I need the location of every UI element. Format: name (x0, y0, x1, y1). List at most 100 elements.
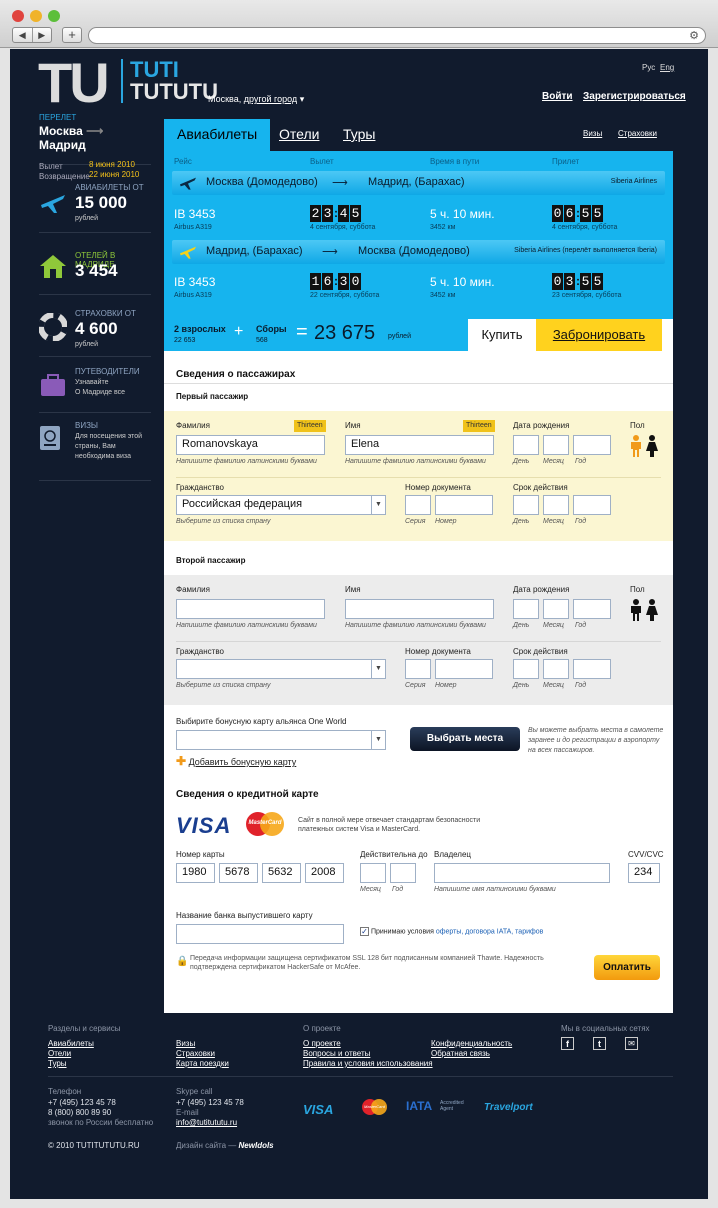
forward-arrow-icon[interactable]: ▶ (31, 28, 52, 42)
time-digit: 3 (322, 205, 333, 222)
facebook-icon[interactable]: f (561, 1037, 574, 1050)
birth-year-input[interactable] (573, 599, 611, 619)
terms-links[interactable]: оферты, договора IATA, тарифов (436, 928, 544, 935)
lifebuoy-icon (39, 313, 67, 341)
sidebar-insurance[interactable]: СТРАХОВКИ ОТ 4 600 рублей (39, 301, 151, 357)
pay-button[interactable]: Оплатить (594, 955, 660, 980)
twitter-icon[interactable]: t (593, 1037, 606, 1050)
doc-series-input[interactable] (405, 659, 431, 679)
buy-button[interactable]: Купить (468, 319, 536, 351)
lang-en[interactable]: Eng (660, 63, 674, 72)
card-number-part-2[interactable]: 5678 (219, 863, 258, 883)
sidebar-visa[interactable]: ВИЗЫ Для посещения этой страны, Вам необ… (39, 419, 151, 481)
time-digit: 5 (580, 273, 591, 290)
validity-day-input[interactable] (513, 659, 539, 679)
bank-input[interactable] (176, 924, 344, 944)
doc-number-input[interactable] (435, 495, 493, 515)
sidebar-route[interactable]: ПЕРЕЛЕТ Москва ⟶ Мадрид Вылет 8 июня 201… (39, 113, 151, 181)
citizenship-select[interactable]: ▼ (176, 659, 386, 679)
choose-seats-button[interactable]: Выбрать места (410, 727, 520, 751)
footer-link[interactable]: Правила и условия использования (303, 1059, 433, 1068)
birth-label: Дата рождения (513, 421, 570, 430)
tab-visas[interactable]: Визы (583, 119, 602, 151)
card-number-part-1[interactable]: 1980 (176, 863, 215, 883)
validity-year-input[interactable] (573, 495, 611, 515)
surname-input[interactable] (176, 599, 325, 619)
male-icon[interactable] (630, 435, 642, 457)
change-city-link[interactable]: другой город (244, 94, 297, 104)
footer-link[interactable]: Вопросы и ответы (303, 1049, 370, 1058)
footer-link[interactable]: Авиабилеты (48, 1039, 94, 1048)
lang-ru[interactable]: Рус (642, 63, 655, 72)
surname-input[interactable]: Romanovskaya (176, 435, 325, 455)
doc-number-input[interactable] (435, 659, 493, 679)
validity-year-input[interactable] (573, 659, 611, 679)
lock-icon: 🔒 (176, 956, 189, 967)
birth-year-input[interactable] (573, 435, 611, 455)
footer-link[interactable]: Карта поездки (176, 1059, 229, 1068)
birth-day-input[interactable] (513, 435, 539, 455)
vkontakte-icon[interactable]: ✉ (625, 1037, 638, 1050)
card-number-part-4[interactable]: 2008 (305, 863, 344, 883)
tab-tours[interactable]: Туры (343, 119, 375, 151)
accept-checkbox[interactable]: ✓ (360, 927, 369, 936)
add-bonus-card-link[interactable]: ✚ Добавить бонусную карту (176, 754, 296, 768)
second-passenger-title: Второй пассажир (176, 556, 246, 565)
book-button[interactable]: Забронировать (536, 319, 662, 351)
logo-divider (121, 59, 123, 103)
first-passenger-title: Первый пассажир (176, 392, 249, 401)
footer-link[interactable]: Конфиденциальность (431, 1039, 512, 1048)
guides-caption: ПУТЕВОДИТЕЛИ (75, 367, 140, 376)
email-link[interactable]: info@tutitututu.ru (176, 1118, 237, 1127)
new-tab-button[interactable]: + (62, 27, 82, 43)
footer-link[interactable]: Обратная связь (431, 1049, 490, 1058)
validity-day-input[interactable] (513, 495, 539, 515)
route-leg-2: Мадрид, (Барахас) ⟶ Москва (Домодедово) … (172, 240, 665, 264)
female-icon[interactable] (646, 435, 658, 457)
name-input[interactable] (345, 599, 494, 619)
footer-link[interactable]: Визы (176, 1039, 195, 1048)
login-link[interactable]: Войти (542, 91, 573, 102)
arrow-right-icon: ⟶ (86, 124, 104, 138)
bonus-card-select[interactable]: ▼ (176, 730, 386, 750)
male-icon[interactable] (630, 599, 642, 621)
birth-month-input[interactable] (543, 599, 569, 619)
tab-insurance[interactable]: Страховки (618, 119, 657, 151)
sidebar-hotels[interactable]: ОТЕЛЕЙ В МАДРИДЕ 3 454 (39, 239, 151, 295)
footer-link[interactable]: Туры (48, 1059, 67, 1068)
footer-link[interactable]: Страховки (176, 1049, 215, 1058)
register-link[interactable]: Зарегистрироваться (583, 91, 686, 102)
validity-month-input[interactable] (543, 659, 569, 679)
close-window-button[interactable] (12, 10, 24, 22)
sidebar-flights[interactable]: АВИАБИЛЕТЫ ОТ 15 000 рублей (39, 171, 151, 233)
logo-mark[interactable]: TU (38, 55, 110, 111)
design-brand-link[interactable]: NewIdols (239, 1141, 274, 1150)
current-city: Москва, (208, 94, 242, 104)
footer-link[interactable]: О проекте (303, 1039, 341, 1048)
validity-month-input[interactable] (543, 495, 569, 515)
leg2-number: IB 3453 (174, 275, 216, 289)
address-bar[interactable]: ⚙ (88, 27, 706, 44)
card-year-input[interactable] (390, 863, 416, 883)
doc-series-input[interactable] (405, 495, 431, 515)
birth-month-input[interactable] (543, 435, 569, 455)
zoom-window-button[interactable] (48, 10, 60, 22)
city-selector[interactable]: Москва, другой город ▾ (208, 94, 304, 105)
tab-flights[interactable]: Авиабилеты (164, 119, 271, 151)
card-month-input[interactable] (360, 863, 386, 883)
cvv-input[interactable]: 234 (628, 863, 660, 883)
citizenship-select[interactable]: Российская федерация ▼ (176, 495, 386, 515)
name-input[interactable]: Elena (345, 435, 494, 455)
card-owner-input[interactable] (434, 863, 610, 883)
footer-link[interactable]: Отели (48, 1049, 71, 1058)
time-digit: 4 (338, 205, 349, 222)
minimize-window-button[interactable] (30, 10, 42, 22)
back-arrow-icon[interactable]: ◀ (13, 28, 32, 42)
female-icon[interactable] (646, 599, 658, 621)
gear-icon[interactable]: ⚙ (689, 29, 699, 42)
birth-day-input[interactable] (513, 599, 539, 619)
sidebar-guides[interactable]: ПУТЕВОДИТЕЛИ Узнавайте О Мадриде все (39, 363, 151, 413)
card-number-part-3[interactable]: 5632 (262, 863, 301, 883)
time-digit: 0 (552, 205, 563, 222)
tab-hotels[interactable]: Отели (279, 119, 319, 151)
